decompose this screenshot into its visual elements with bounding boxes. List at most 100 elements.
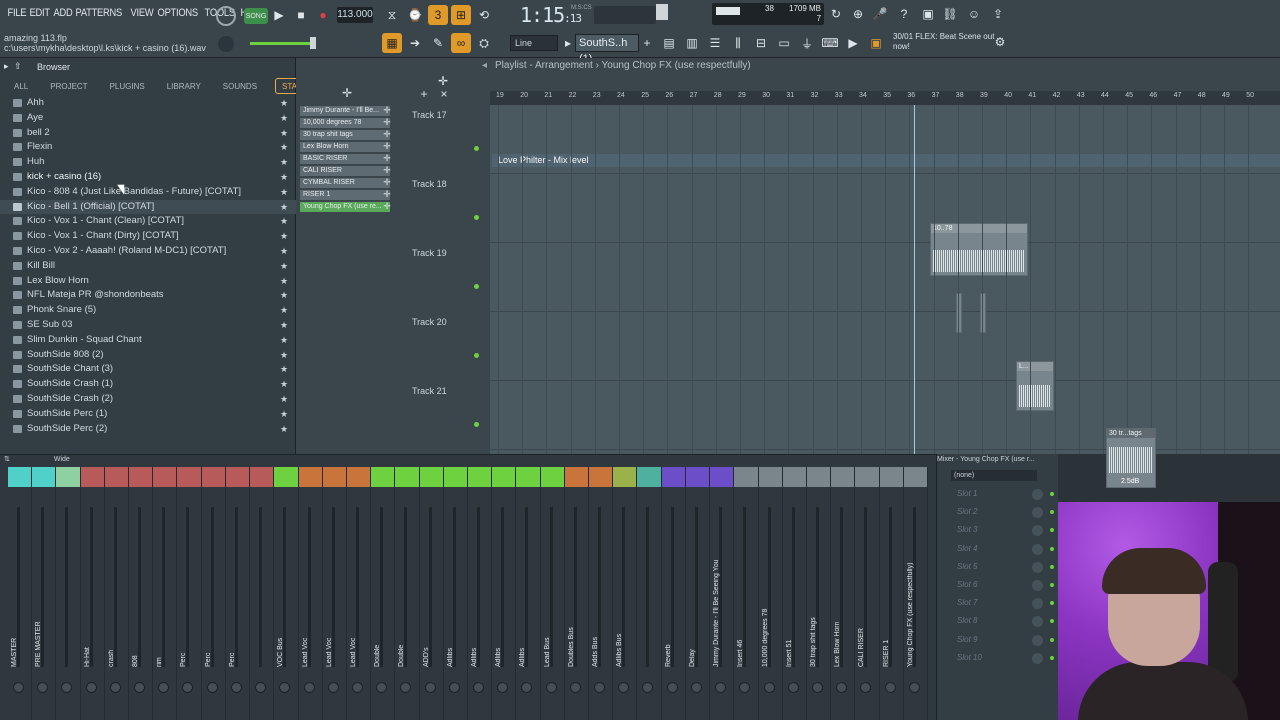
channel-add-icon[interactable]: ✛ <box>382 200 392 212</box>
track-enable-dot[interactable] <box>474 353 479 358</box>
slot-enable-icon[interactable] <box>1050 619 1054 624</box>
browser-item[interactable]: Huh ★ <box>0 155 296 170</box>
countdown-icon[interactable]: 3 <box>428 5 448 25</box>
mixer-strip[interactable]: Adlibs <box>468 467 493 720</box>
slot-mix-knob[interactable] <box>1032 507 1043 519</box>
star-icon[interactable]: ★ <box>280 392 288 407</box>
channel-add-icon[interactable]: ✛ <box>382 104 392 116</box>
browser-item[interactable]: SouthSide Crash (2) ★ <box>0 392 296 407</box>
effect-slot[interactable]: Slot 3 <box>945 522 1055 538</box>
slot-mix-knob[interactable] <box>1032 616 1043 628</box>
master-volume-slider[interactable] <box>250 42 314 45</box>
star-icon[interactable]: ★ <box>280 318 288 333</box>
midi-icon[interactable]: ⊕ <box>850 5 866 23</box>
pan-knob[interactable] <box>400 682 412 693</box>
pan-knob[interactable] <box>37 682 49 693</box>
browser-item[interactable]: Kico - 808 4 (Just Like Bandidas - Futur… <box>0 185 296 200</box>
star-icon[interactable]: ★ <box>280 155 288 170</box>
plug-icon[interactable]: ⏚ <box>798 34 816 52</box>
effect-slot[interactable]: Slot 2 <box>945 504 1055 520</box>
pan-knob[interactable] <box>690 682 702 693</box>
mixer-strip[interactable]: Lex Blow Horn <box>831 467 856 720</box>
mixer-strip[interactable]: CALI RISER <box>855 467 880 720</box>
browser-item[interactable]: Kill Bill ★ <box>0 259 296 274</box>
playhead[interactable] <box>914 105 915 454</box>
loop-record-icon[interactable]: ⟲ <box>474 5 494 25</box>
mixer-strip[interactable] <box>637 467 662 720</box>
slot-enable-icon[interactable] <box>1050 528 1054 533</box>
channel-plus-icon[interactable]: ✛ <box>340 86 354 100</box>
browser-item[interactable]: Kico - Bell 1 (Official) [COTAT] ★ <box>0 199 296 215</box>
star-icon[interactable]: ★ <box>280 348 288 363</box>
browser-up-icon[interactable]: ⇧ <box>14 61 22 72</box>
blend-notes-icon[interactable]: ⊞ <box>451 5 471 25</box>
master-volume-handle[interactable] <box>310 37 316 49</box>
pattern-selector[interactable]: SouthS..h (1) <box>575 34 639 65</box>
mic-icon[interactable]: 🎤 <box>872 5 888 23</box>
effect-slot[interactable]: Slot 8 <box>945 613 1055 629</box>
slot-enable-icon[interactable] <box>1050 583 1054 587</box>
timeline-ruler[interactable]: 19 20 21 22 23 24 25 26 27 28 29 30 31 32 33 34 35 36 37 38… <box>490 91 1280 105</box>
mixer-strip[interactable]: VOC Bus <box>274 467 299 720</box>
input-selector[interactable]: (none) <box>951 470 1037 481</box>
tab-library[interactable]: LIBRARY <box>153 78 209 96</box>
slot-enable-icon[interactable] <box>1050 510 1054 515</box>
browser-item[interactable]: SouthSide Perc (1) ★ <box>0 407 296 422</box>
playlist-add-icon[interactable]: ✛ <box>436 74 450 88</box>
video-icon[interactable]: ▶ <box>844 34 862 52</box>
star-icon[interactable]: ★ <box>280 259 288 274</box>
channel-button[interactable]: CYMBAL RISER <box>300 178 390 188</box>
mixer-strip[interactable]: Reverb <box>661 467 686 720</box>
main-volume-knob[interactable] <box>218 36 234 52</box>
pan-knob[interactable] <box>497 682 509 693</box>
browser-icon[interactable]: ▭ <box>775 34 793 52</box>
refresh-icon[interactable]: ↻ <box>828 5 844 23</box>
mixer-strip[interactable]: Adlibs <box>492 467 517 720</box>
templates-icon[interactable]: ⛓ <box>942 5 958 23</box>
star-icon[interactable]: ★ <box>280 214 288 229</box>
mixer-strip[interactable]: ADD's <box>419 467 444 720</box>
pan-knob[interactable] <box>424 682 436 693</box>
mixer-strip[interactable]: Adlibs <box>516 467 541 720</box>
star-icon[interactable]: ★ <box>280 377 288 392</box>
menu-edit[interactable]: EDIT <box>27 7 52 19</box>
track-enable-dot[interactable] <box>474 284 479 289</box>
browser-item[interactable]: Ahh ★ <box>0 96 296 111</box>
arrangement-grid[interactable]: Love Philter - Mix level 10..78 L... 30 … <box>490 105 1280 454</box>
link-icon[interactable]: ∞ <box>451 33 471 53</box>
help-icon[interactable]: ? <box>896 5 912 23</box>
slot-mix-knob[interactable] <box>1032 525 1043 537</box>
pan-knob[interactable] <box>206 682 218 693</box>
browser-item[interactable]: Slim Dunkin - Squad Chant ★ <box>0 333 296 348</box>
browser-item[interactable]: Flexin ★ <box>0 140 296 155</box>
pan-knob[interactable] <box>618 682 630 693</box>
menu-options[interactable]: OPTIONS <box>155 7 200 19</box>
tempo-display[interactable]: 113.000 <box>337 7 373 23</box>
mixer-strip[interactable] <box>56 467 81 720</box>
snap-selector[interactable]: Line <box>510 35 558 51</box>
pan-knob[interactable] <box>594 682 606 693</box>
channel-add-icon[interactable]: ✛ <box>382 176 392 188</box>
mixer-menu-icon[interactable]: ⇅ <box>4 456 10 463</box>
mixer-strip[interactable]: Adlibs Bus <box>613 467 638 720</box>
slot-enable-icon[interactable] <box>1050 564 1054 569</box>
stop-icon[interactable]: ■ <box>292 6 310 24</box>
star-icon[interactable]: ★ <box>280 170 288 185</box>
browser-item[interactable]: SouthSide Perc (2) ★ <box>0 422 296 437</box>
pan-knob[interactable] <box>85 682 97 693</box>
channel-rack-icon[interactable]: ▤ <box>660 34 678 52</box>
mixer-strip[interactable]: Hi-Hat <box>80 467 105 720</box>
slot-enable-icon[interactable] <box>1050 655 1054 660</box>
mixer-strip[interactable]: Lead Voc <box>298 467 323 720</box>
browser-item[interactable]: Kico - Vox 1 - Chant (Dirty) [COTAT] ★ <box>0 229 296 244</box>
mixer-strip[interactable]: 30 trap shit tags <box>806 467 832 720</box>
audio-clip-overlay[interactable]: 30 tr...tags 2.5dB <box>1106 428 1156 488</box>
mixer-strip[interactable]: Adlibs <box>443 467 468 720</box>
mixer-strip[interactable]: Young Chop FX (use respectfully) <box>903 467 928 720</box>
mixer-strip[interactable]: crash <box>104 467 130 720</box>
pan-knob[interactable] <box>351 682 363 693</box>
star-icon[interactable]: ★ <box>280 185 288 200</box>
mixer-strip[interactable]: MASTER <box>8 467 33 720</box>
settings-icon[interactable]: ⚙ <box>992 34 1008 50</box>
star-icon[interactable]: ★ <box>280 362 288 377</box>
